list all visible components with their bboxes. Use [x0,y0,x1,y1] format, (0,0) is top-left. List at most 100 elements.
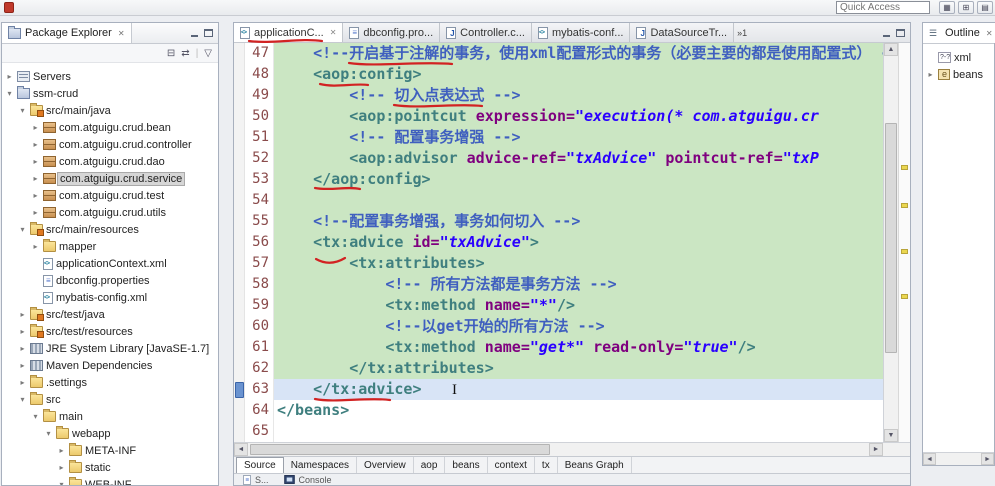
console-bar-tab[interactable]: S... [242,474,269,485]
line-number[interactable]: 49 [245,85,274,106]
code-text[interactable]: </tx:advice> [274,379,883,400]
tree-expand-arrow[interactable]: ▾ [57,480,66,485]
tree-item[interactable]: ▸ com.atguigu.crud.dao [2,153,218,170]
code-text[interactable] [274,190,883,211]
line-marker[interactable] [234,295,245,316]
line-number[interactable]: 56 [245,232,274,253]
line-number[interactable]: 59 [245,295,274,316]
editor-tab[interactable]: DataSourceTr... [630,23,735,42]
tree-item[interactable]: ▸ mapper [2,238,218,255]
code-text[interactable]: <tx:attributes> [274,253,883,274]
horizontal-scroll-thumb[interactable] [250,444,550,455]
minimize-icon[interactable] [190,29,199,37]
tree-item[interactable]: ▸ static [2,459,218,476]
code-line[interactable]: 54 [234,190,883,211]
line-marker[interactable] [234,421,245,442]
line-number[interactable]: 62 [245,358,274,379]
horizontal-scrollbar[interactable]: ◄ ► [234,442,910,456]
tree-expand-arrow[interactable]: ▸ [926,70,935,79]
code-text[interactable]: </tx:attributes> [274,358,883,379]
line-marker[interactable] [234,148,245,169]
editor-tab[interactable]: Controller.c... [440,23,532,42]
code-line[interactable]: 61 <tx:method name="get*" read-only="tru… [234,337,883,358]
line-number[interactable]: 52 [245,148,274,169]
line-number[interactable]: 54 [245,190,274,211]
console-bar-tab[interactable]: Console [283,474,332,485]
tree-expand-arrow[interactable]: ▸ [31,157,40,166]
line-number[interactable]: 48 [245,64,274,85]
code-line[interactable]: 55 <!--配置事务增强，事务如何切入 --> [234,211,883,232]
code-line[interactable]: 56 <tx:advice id="txAdvice"> [234,232,883,253]
javaee-perspective-icon[interactable]: ⊞ [958,1,974,14]
scroll-down-icon[interactable]: ▼ [884,429,898,442]
line-marker[interactable] [234,316,245,337]
code-text[interactable]: <tx:method name="*"/> [274,295,883,316]
line-marker[interactable] [234,211,245,232]
tree-expand-arrow[interactable]: ▾ [18,395,27,404]
overview-ruler[interactable] [898,43,910,442]
line-marker[interactable] [234,85,245,106]
tree-item[interactable]: ▸ .settings [2,374,218,391]
code-text[interactable] [274,421,883,442]
line-number[interactable]: 58 [245,274,274,295]
close-icon[interactable]: ✕ [116,29,125,38]
line-number[interactable]: 50 [245,106,274,127]
tree-expand-arrow[interactable]: ▸ [31,191,40,200]
line-marker[interactable] [234,190,245,211]
line-number[interactable]: 64 [245,400,274,421]
code-text[interactable]: <!--配置事务增强，事务如何切入 --> [274,211,883,232]
outline-item[interactable]: ▸ beans [923,66,994,83]
tree-item[interactable]: ▸ META-INF [2,442,218,459]
toolbar-icon-clipped[interactable] [4,2,14,13]
occurrence-marker[interactable] [901,249,908,254]
line-marker[interactable] [234,232,245,253]
code-line[interactable]: 59 <tx:method name="*"/> [234,295,883,316]
tree-item[interactable]: ▾ main [2,408,218,425]
line-number[interactable]: 55 [245,211,274,232]
tree-item[interactable]: applicationContext.xml [2,255,218,272]
scroll-right-icon[interactable]: ► [981,453,994,465]
tree-expand-arrow[interactable]: ▸ [18,361,27,370]
editor-tab[interactable]: mybatis-conf... [531,23,631,42]
editor-page-tab[interactable]: tx [535,457,558,473]
vertical-scroll-thumb[interactable] [885,123,897,353]
tab-overflow-indicator[interactable]: »1 [734,28,750,38]
line-number[interactable]: 65 [245,421,274,442]
code-line[interactable]: 50 <aop:pointcut expression="execution(*… [234,106,883,127]
editor-page-tab[interactable]: Source [236,457,284,473]
tree-item[interactable]: ▾ WEB-INF [2,476,218,485]
code-line[interactable]: 53 </aop:config> [234,169,883,190]
tree-item[interactable]: ▸ src/test/resources [2,323,218,340]
outline-view-tab[interactable]: Outline ✕ [923,23,995,43]
tree-expand-arrow[interactable]: ▸ [18,327,27,336]
tree-expand-arrow[interactable]: ▸ [31,242,40,251]
tree-item[interactable]: ▸ com.atguigu.crud.controller [2,136,218,153]
vertical-scrollbar[interactable]: ▲ ▼ [883,43,898,442]
editor-page-tab[interactable]: context [488,457,535,473]
line-number[interactable]: 53 [245,169,274,190]
code-text[interactable]: <aop:advisor advice-ref="txAdvice" point… [274,148,883,169]
tree-item[interactable]: ▾ ssm-crud [2,85,218,102]
tree-expand-arrow[interactable]: ▾ [31,412,40,421]
tree-item[interactable]: ▸ Maven Dependencies [2,357,218,374]
tree-item[interactable]: ▾ src [2,391,218,408]
line-marker[interactable] [234,358,245,379]
editor-page-tab[interactable]: Overview [357,457,414,473]
tree-expand-arrow[interactable]: ▸ [18,378,27,387]
line-number[interactable]: 51 [245,127,274,148]
scroll-up-icon[interactable]: ▲ [884,43,898,56]
tree-expand-arrow[interactable]: ▾ [44,429,53,438]
line-marker[interactable] [234,253,245,274]
editor-page-tab[interactable]: Namespaces [284,457,358,473]
editor-code-area[interactable]: 47 <!--开启基于注解的事务，使用xml配置形式的事务（必要主要的都是使用配… [234,43,883,442]
tree-item[interactable]: ▸ src/test/java [2,306,218,323]
code-line[interactable]: 57 <tx:attributes> [234,253,883,274]
code-line[interactable]: 63 </tx:advice> [234,379,883,400]
code-line[interactable]: 52 <aop:advisor advice-ref="txAdvice" po… [234,148,883,169]
link-with-editor-icon[interactable]: ⇄ [181,48,189,59]
code-line[interactable]: 58 <!-- 所有方法都是事务方法 --> [234,274,883,295]
occurrence-marker[interactable] [901,165,908,170]
line-marker[interactable] [234,106,245,127]
code-text[interactable]: <aop:pointcut expression="execution(* co… [274,106,883,127]
line-number[interactable]: 47 [245,43,274,64]
